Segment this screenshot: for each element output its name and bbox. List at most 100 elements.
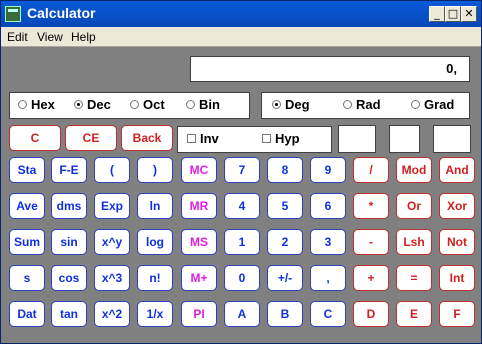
key-1-6-button[interactable]: 5: [267, 193, 303, 219]
radio-indicator-icon: [130, 100, 139, 109]
key-3-2-button[interactable]: x^3: [94, 265, 130, 291]
key-1-5-button[interactable]: 4: [224, 193, 260, 219]
key-2-3-button[interactable]: log: [137, 229, 173, 255]
key-2-10-button[interactable]: Not: [439, 229, 475, 255]
key-0-9-button[interactable]: Mod: [396, 157, 432, 183]
close-button[interactable]: ✕: [461, 6, 477, 22]
key-1-2-button[interactable]: Exp: [94, 193, 130, 219]
menu-view[interactable]: View: [37, 30, 63, 44]
key-4-10-button[interactable]: F: [439, 301, 475, 327]
calculator-window: Calculator _ □ ✕ Edit View Help 0, Hex D…: [0, 0, 482, 344]
radio-hex[interactable]: Hex: [18, 97, 55, 112]
radio-grad[interactable]: Grad: [411, 97, 454, 112]
radio-indicator-icon: [343, 100, 352, 109]
key-3-3-button[interactable]: n!: [137, 265, 173, 291]
checkbox-icon: [262, 134, 271, 143]
key-0-8-button[interactable]: /: [353, 157, 389, 183]
radio-deg[interactable]: Deg: [272, 97, 310, 112]
checkbox-hyp[interactable]: Hyp: [262, 131, 300, 146]
checkbox-inv[interactable]: Inv: [187, 131, 219, 146]
key-3-9-button[interactable]: =: [396, 265, 432, 291]
key-2-6-button[interactable]: 2: [267, 229, 303, 255]
key-1-1-button[interactable]: dms: [51, 193, 87, 219]
maximize-button[interactable]: □: [445, 6, 461, 22]
key-3-1-button[interactable]: cos: [51, 265, 87, 291]
key-0-0-button[interactable]: Sta: [9, 157, 45, 183]
title-bar[interactable]: Calculator _ □ ✕: [1, 1, 481, 27]
key-4-5-button[interactable]: A: [224, 301, 260, 327]
radio-dec-label: Dec: [87, 97, 111, 112]
radio-selected-icon: [74, 100, 83, 109]
key-0-7-button[interactable]: 9: [310, 157, 346, 183]
key-0-3-button[interactable]: ): [137, 157, 173, 183]
radio-hex-label: Hex: [31, 97, 55, 112]
key-4-8-button[interactable]: D: [353, 301, 389, 327]
checkbox-icon: [187, 134, 196, 143]
radio-dec[interactable]: Dec: [74, 97, 111, 112]
key-0-1-button[interactable]: F-E: [51, 157, 87, 183]
key-1-0-button[interactable]: Ave: [9, 193, 45, 219]
radio-rad[interactable]: Rad: [343, 97, 381, 112]
radio-deg-label: Deg: [285, 97, 310, 112]
checkbox-hyp-label: Hyp: [275, 131, 300, 146]
key-0-4-button[interactable]: MC: [181, 157, 217, 183]
menu-help[interactable]: Help: [71, 30, 96, 44]
checkbox-inv-label: Inv: [200, 131, 219, 146]
result-display: 0,: [190, 56, 470, 82]
menu-bar: Edit View Help: [1, 27, 481, 47]
radio-grad-label: Grad: [424, 97, 455, 112]
key-3-8-button[interactable]: +: [353, 265, 389, 291]
key-4-9-button[interactable]: E: [396, 301, 432, 327]
key-4-3-button[interactable]: 1/x: [137, 301, 173, 327]
key-0-5-button[interactable]: 7: [224, 157, 260, 183]
radio-oct[interactable]: Oct: [130, 97, 165, 112]
key-0-2-button[interactable]: (: [94, 157, 130, 183]
key-0-6-button[interactable]: 8: [267, 157, 303, 183]
key-2-1-button[interactable]: sin: [51, 229, 87, 255]
key-2-7-button[interactable]: 3: [310, 229, 346, 255]
key-2-9-button[interactable]: Lsh: [396, 229, 432, 255]
minimize-button[interactable]: _: [429, 6, 445, 22]
radio-bin-label: Bin: [199, 97, 220, 112]
menu-edit[interactable]: Edit: [7, 30, 28, 44]
key-1-4-button[interactable]: MR: [181, 193, 217, 219]
key-3-5-button[interactable]: 0: [224, 265, 260, 291]
inv-hyp-group: Inv Hyp: [177, 126, 332, 153]
calculator-app-icon: [5, 6, 21, 22]
key-1-9-button[interactable]: Or: [396, 193, 432, 219]
key-4-2-button[interactable]: x^2: [94, 301, 130, 327]
key-2-5-button[interactable]: 1: [224, 229, 260, 255]
key-4-6-button[interactable]: B: [267, 301, 303, 327]
key-4-1-button[interactable]: tan: [51, 301, 87, 327]
c-button[interactable]: C: [9, 125, 61, 151]
radio-indicator-icon: [18, 100, 27, 109]
angle-unit-group: Deg Rad Grad: [261, 92, 470, 119]
key-2-0-button[interactable]: Sum: [9, 229, 45, 255]
key-1-8-button[interactable]: *: [353, 193, 389, 219]
key-2-2-button[interactable]: x^y: [94, 229, 130, 255]
key-4-7-button[interactable]: C: [310, 301, 346, 327]
key-3-0-button[interactable]: s: [9, 265, 45, 291]
memory-indicator-box: [338, 125, 376, 153]
radio-bin[interactable]: Bin: [186, 97, 220, 112]
key-1-10-button[interactable]: Xor: [439, 193, 475, 219]
window-title: Calculator: [27, 5, 96, 21]
key-2-4-button[interactable]: MS: [181, 229, 217, 255]
key-3-4-button[interactable]: M+: [181, 265, 217, 291]
radio-indicator-icon: [186, 100, 195, 109]
key-1-3-button[interactable]: ln: [137, 193, 173, 219]
parenthesis-indicator-box: [389, 125, 420, 153]
key-1-7-button[interactable]: 6: [310, 193, 346, 219]
key-3-10-button[interactable]: Int: [439, 265, 475, 291]
key-3-6-button[interactable]: +/-: [267, 265, 303, 291]
key-4-0-button[interactable]: Dat: [9, 301, 45, 327]
key-0-10-button[interactable]: And: [439, 157, 475, 183]
status-indicator-box: [433, 125, 471, 153]
ce-button[interactable]: CE: [65, 125, 117, 151]
radio-oct-label: Oct: [143, 97, 165, 112]
radio-selected-icon: [272, 100, 281, 109]
key-4-4-button[interactable]: PI: [181, 301, 217, 327]
key-3-7-button[interactable]: ,: [310, 265, 346, 291]
back-button[interactable]: Back: [121, 125, 173, 151]
key-2-8-button[interactable]: -: [353, 229, 389, 255]
